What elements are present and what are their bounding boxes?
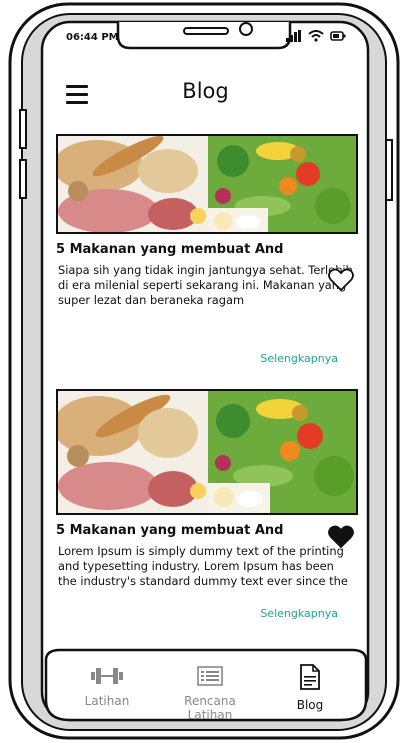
- heart-outline-icon[interactable]: [328, 268, 354, 292]
- status-time: 06:44 PM: [66, 32, 119, 43]
- nav-item-blog[interactable]: Blog: [260, 664, 360, 712]
- nav-label: Rencana Latihan: [184, 694, 236, 722]
- blog-card[interactable]: 5 Makanan yang membuat And Siapa sih yan…: [56, 134, 358, 365]
- post-title[interactable]: 5 Makanan yang membuat And: [56, 523, 306, 538]
- food-image: [56, 389, 358, 515]
- heart-filled-icon[interactable]: [328, 525, 354, 549]
- read-more-link[interactable]: Selengkapnya: [260, 607, 338, 620]
- wifi-icon: [308, 30, 324, 42]
- nav-label: Latihan: [84, 694, 130, 708]
- nav-item-rencana-latihan[interactable]: Rencana Latihan: [160, 666, 260, 722]
- post-title[interactable]: 5 Makanan yang membuat And: [56, 242, 306, 257]
- bottom-navigation: Latihan Rencana Latihan Blog: [45, 652, 365, 724]
- dumbbell-icon: [91, 668, 123, 684]
- signal-icon: [286, 30, 301, 42]
- page-title: Blog: [182, 79, 229, 103]
- nav-item-latihan[interactable]: Latihan: [57, 666, 157, 708]
- app-header: Blog: [44, 75, 367, 115]
- food-image: [56, 134, 358, 234]
- post-excerpt: Lorem Ipsum is simply dummy text of the …: [58, 544, 348, 588]
- post-excerpt: Siapa sih yang tidak ingin jantungya seh…: [58, 263, 353, 307]
- blog-card[interactable]: 5 Makanan yang membuat And Lorem Ipsum i…: [56, 389, 358, 620]
- battery-icon: [330, 31, 346, 41]
- nav-label: Blog: [296, 698, 324, 712]
- list-icon: [197, 666, 223, 686]
- document-icon: [300, 664, 320, 690]
- read-more-link[interactable]: Selengkapnya: [260, 352, 338, 365]
- status-icons: [286, 30, 346, 42]
